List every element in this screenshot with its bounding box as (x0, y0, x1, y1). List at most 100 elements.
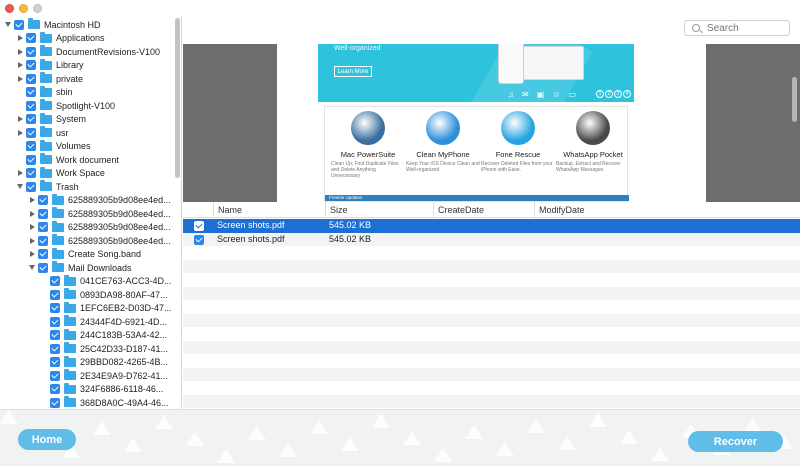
search-box[interactable] (684, 20, 790, 36)
checkbox[interactable] (26, 141, 36, 152)
close-window-button[interactable] (5, 4, 14, 13)
folder-tree-scrollbar[interactable] (175, 18, 180, 178)
tree-item[interactable]: DocumentRevisions-V100 (0, 45, 172, 59)
checkbox[interactable] (50, 330, 60, 341)
checkbox[interactable] (38, 235, 48, 246)
disclosure-closed-icon[interactable] (28, 250, 36, 258)
checkbox[interactable] (50, 397, 60, 408)
checkbox[interactable] (50, 384, 60, 395)
tree-item[interactable]: 24344F4D-6921-4D... (0, 315, 172, 329)
checkbox[interactable] (26, 181, 36, 192)
checkbox[interactable] (38, 262, 48, 273)
tree-item[interactable]: 625889305b9d08ee4ed... (0, 234, 172, 248)
tree-item[interactable]: Library (0, 58, 172, 73)
checkbox[interactable] (26, 87, 36, 98)
row-checkbox[interactable] (194, 234, 204, 245)
checkbox[interactable] (26, 127, 36, 138)
minimize-window-button[interactable] (19, 4, 28, 13)
preview-scrollbar[interactable] (792, 77, 797, 122)
tree-item[interactable]: 0893DA98-80AF-47... (0, 288, 172, 302)
checkbox[interactable] (38, 195, 48, 206)
tree-item[interactable]: Mail Downloads (0, 261, 172, 275)
tree-item[interactable]: Create Song.band (0, 247, 172, 262)
checkbox[interactable] (50, 316, 60, 327)
product-description: Recover Deleted Files from your iPhone w… (481, 161, 553, 173)
phone-rescue-icon (501, 111, 535, 145)
disclosure-closed-icon[interactable] (28, 223, 36, 231)
checkbox[interactable] (14, 19, 24, 30)
disclosure-closed-icon[interactable] (28, 196, 36, 204)
disclosure-open-icon[interactable] (16, 183, 24, 191)
tree-item[interactable]: 244C183B-53A4-42... (0, 328, 172, 343)
checkbox[interactable] (38, 208, 48, 219)
checkbox[interactable] (26, 154, 36, 165)
search-input[interactable] (707, 22, 777, 34)
tree-item[interactable]: 625889305b9d08ee4ed... (0, 220, 172, 235)
tree-item[interactable]: private (0, 72, 172, 86)
tree-item[interactable]: 324F6886-6118-46... (0, 382, 172, 397)
table-row[interactable]: Screen shots.pdf 545.02 KB (183, 232, 800, 246)
tree-item[interactable]: Work Space (0, 166, 172, 181)
tree-item[interactable]: 625889305b9d08ee4ed... (0, 193, 172, 208)
disclosure-closed-icon[interactable] (16, 61, 24, 69)
disclosure-open-icon[interactable] (4, 21, 12, 29)
tree-item[interactable]: Spotlight-V100 (0, 99, 172, 113)
tree-item[interactable]: Trash (0, 180, 172, 194)
table-row[interactable]: Screen shots.pdf 545.02 KB (183, 219, 800, 233)
tree-item[interactable]: 2E34E9A9-D762-41... (0, 369, 172, 383)
checkbox[interactable] (26, 73, 36, 84)
checkbox[interactable] (50, 276, 60, 287)
home-button[interactable]: Home (18, 429, 76, 450)
folder-tree[interactable]: Macintosh HD Applications DocumentRevision… (0, 16, 182, 409)
checkbox[interactable] (26, 60, 36, 71)
checkbox[interactable] (26, 33, 36, 44)
background-pattern (186, 432, 204, 446)
tree-item-label: 625889305b9d08ee4ed... (68, 235, 171, 246)
tree-item[interactable]: 041CE763-ACC3-4D... (0, 274, 172, 289)
disclosure-closed-icon[interactable] (16, 115, 24, 123)
checkbox[interactable] (38, 222, 48, 233)
tree-item[interactable]: usr (0, 126, 172, 140)
checkbox[interactable] (26, 46, 36, 57)
file-table[interactable]: Name Size CreateDate ModifyDate Screen s… (183, 202, 800, 409)
disclosure-closed-icon[interactable] (28, 210, 36, 218)
checkbox[interactable] (26, 100, 36, 111)
column-header-createdate[interactable]: CreateDate (433, 202, 484, 218)
recover-button[interactable]: Recover (688, 431, 783, 452)
disclosure-closed-icon[interactable] (16, 48, 24, 56)
column-header-size[interactable]: Size (325, 202, 348, 218)
tree-item[interactable]: Volumes (0, 139, 172, 154)
tree-item[interactable]: 29BBD082-4265-4B... (0, 355, 172, 370)
checkbox[interactable] (38, 249, 48, 260)
tree-item[interactable]: Applications (0, 31, 172, 46)
checkbox[interactable] (50, 343, 60, 354)
disclosure-closed-icon[interactable] (16, 34, 24, 42)
checkbox[interactable] (50, 357, 60, 368)
disclosure-closed-icon[interactable] (28, 237, 36, 245)
tree-item[interactable]: Macintosh HD (0, 18, 172, 32)
tree-item[interactable]: sbin (0, 85, 172, 100)
tree-item[interactable]: Work document (0, 153, 172, 167)
disclosure-closed-icon[interactable] (16, 75, 24, 83)
zoom-window-button[interactable] (33, 4, 42, 13)
column-header-modifydate[interactable]: ModifyDate (534, 202, 585, 218)
checkbox[interactable] (26, 168, 36, 179)
table-stripe (183, 394, 800, 408)
checkbox[interactable] (26, 114, 36, 125)
tree-item[interactable]: 368D8A0C-49A4-46... (0, 396, 172, 409)
disclosure-closed-icon[interactable] (16, 129, 24, 137)
row-checkbox[interactable] (194, 221, 204, 231)
column-header-name[interactable]: Name (213, 202, 242, 218)
disclosure-closed-icon[interactable] (16, 169, 24, 177)
tree-item[interactable]: 625889305b9d08ee4ed... (0, 207, 172, 221)
tree-item[interactable]: 1EFC6EB2-D03D-47... (0, 301, 172, 316)
checkbox[interactable] (50, 303, 60, 314)
disclosure-open-icon[interactable] (28, 264, 36, 272)
checkbox[interactable] (50, 289, 60, 300)
checkbox[interactable] (50, 370, 60, 381)
tree-item[interactable]: 25C42D33-D187-41... (0, 342, 172, 356)
tree-item[interactable]: System (0, 112, 172, 127)
background-pattern (248, 426, 266, 440)
